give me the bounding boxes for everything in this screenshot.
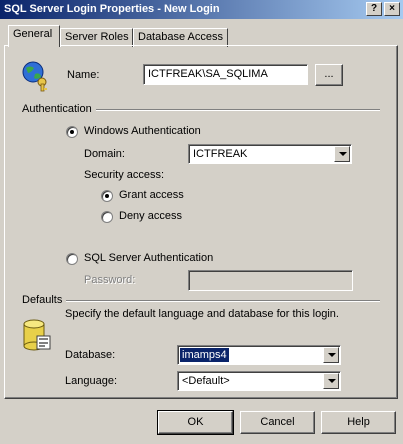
password-field[interactable] [188,270,353,291]
language-select[interactable]: <Default> [177,371,341,391]
database-select[interactable]: imamps4 [177,345,341,365]
domain-label: Domain: [84,148,125,160]
tab-general[interactable]: General [8,25,60,47]
defaults-description: Specify the default language and databas… [65,308,339,320]
database-label: Database: [65,349,116,361]
browse-button[interactable]: ... [315,64,343,86]
domain-dropdown-arrow[interactable] [334,146,350,162]
title-close-button[interactable]: × [384,2,400,16]
grant-access-label: Grant access [119,189,184,201]
user-login-icon [22,60,52,92]
title-help-button[interactable]: ? [366,2,382,16]
name-field[interactable]: ICTFREAK\SA_SQLIMA [143,64,308,85]
database-value: imamps4 [179,347,230,363]
defaults-divider [66,300,380,302]
language-dropdown-arrow[interactable] [323,373,339,389]
grant-access-radio-dot [101,190,113,202]
cancel-button[interactable]: Cancel [240,411,315,434]
tab-database-access-label: Database Access [138,31,223,43]
defaults-group-label: Defaults [22,294,63,306]
help-button[interactable]: Help [321,411,396,434]
deny-access-label: Deny access [119,210,182,222]
tab-server-roles-label: Server Roles [65,31,129,43]
sql-auth-radio-dot [66,253,78,265]
name-label: Name: [67,69,100,81]
database-dropdown-arrow[interactable] [323,347,339,363]
deny-access-radio-dot [101,211,113,223]
database-icon [22,318,52,352]
title-bar: SQL Server Login Properties - New Login … [0,0,403,19]
language-value: <Default> [182,375,230,387]
security-access-label: Security access: [84,169,165,181]
authentication-group-label: Authentication [22,103,92,115]
windows-auth-radio-dot [66,126,78,138]
domain-value: ICTFREAK [193,148,248,160]
language-label: Language: [65,375,117,387]
authentication-divider [96,109,380,111]
password-label: Password: [84,274,136,286]
window-title: SQL Server Login Properties - New Login [4,3,220,15]
windows-auth-label: Windows Authentication [84,125,201,137]
sql-auth-label: SQL Server Authentication [84,252,214,264]
ok-button[interactable]: OK [157,410,234,435]
tab-general-label: General [13,28,53,40]
domain-select[interactable]: ICTFREAK [188,144,352,164]
